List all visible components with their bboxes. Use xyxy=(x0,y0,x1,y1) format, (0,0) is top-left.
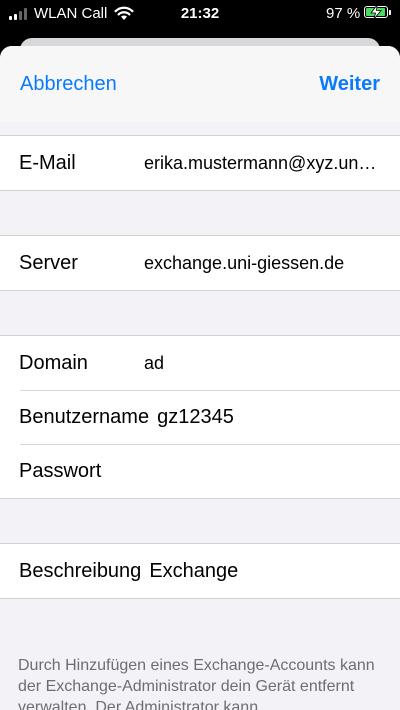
username-field[interactable]: gz12345 xyxy=(157,406,234,429)
description-field[interactable]: Exchange xyxy=(149,560,238,583)
email-field[interactable]: erika.mustermann@xyz.uni… xyxy=(144,153,380,174)
cancel-button[interactable]: Abbrechen xyxy=(20,73,117,96)
navigation-bar: Abbrechen Weiter xyxy=(0,46,400,122)
credentials-group: Domain ad Benutzername gz12345 Passwort xyxy=(0,335,400,499)
username-label: Benutzername xyxy=(19,405,150,428)
server-row[interactable]: Server exchange.uni-giessen.de xyxy=(0,236,400,290)
domain-row[interactable]: Domain ad xyxy=(0,336,400,390)
email-group: E-Mail erika.mustermann@xyz.uni… xyxy=(0,135,400,191)
username-row[interactable]: Benutzername gz12345 xyxy=(0,390,400,444)
server-group: Server exchange.uni-giessen.de xyxy=(0,235,400,291)
password-label: Passwort xyxy=(19,459,102,482)
description-label: Beschreibung xyxy=(19,559,142,582)
server-label: Server xyxy=(19,251,78,274)
domain-field[interactable]: ad xyxy=(144,353,380,374)
status-bar: WLAN Call 21:32 97 % xyxy=(0,0,400,28)
description-group: Beschreibung Exchange xyxy=(0,543,400,599)
next-button[interactable]: Weiter xyxy=(319,73,380,96)
email-label: E-Mail xyxy=(19,151,76,174)
description-row[interactable]: Beschreibung Exchange xyxy=(0,544,400,598)
account-sheet: Abbrechen Weiter E-Mail erika.mustermann… xyxy=(0,46,400,710)
footer-notice: Durch Hinzufügen eines Exchange-Accounts… xyxy=(18,657,375,710)
server-field[interactable]: exchange.uni-giessen.de xyxy=(144,253,380,274)
bolt-icon xyxy=(370,5,382,19)
battery-percent: 97 % xyxy=(326,5,361,22)
domain-label: Domain xyxy=(19,351,88,374)
password-row[interactable]: Passwort xyxy=(0,444,400,498)
battery-cap xyxy=(389,10,391,15)
email-row[interactable]: E-Mail erika.mustermann@xyz.uni… xyxy=(0,136,400,190)
